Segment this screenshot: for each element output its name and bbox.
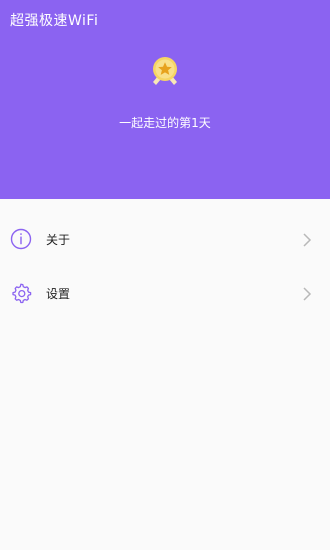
menu-item-settings[interactable]: 设置	[0, 266, 330, 320]
days-together-text: 一起走过的第1天	[119, 116, 211, 130]
gear-icon	[10, 282, 32, 304]
star-badge-icon	[145, 52, 185, 92]
menu-item-label: 设置	[46, 286, 71, 301]
profile-header: 超强极速WiFi 一起走过的第1天	[0, 0, 330, 199]
menu-item-label: 关于	[46, 232, 71, 247]
chevron-right-icon	[302, 286, 312, 301]
settings-menu: 关于 设置	[0, 212, 330, 320]
chevron-right-icon	[302, 232, 312, 247]
info-icon	[10, 228, 32, 250]
app-title: 超强极速WiFi	[10, 13, 99, 29]
menu-item-about[interactable]: 关于	[0, 212, 330, 266]
